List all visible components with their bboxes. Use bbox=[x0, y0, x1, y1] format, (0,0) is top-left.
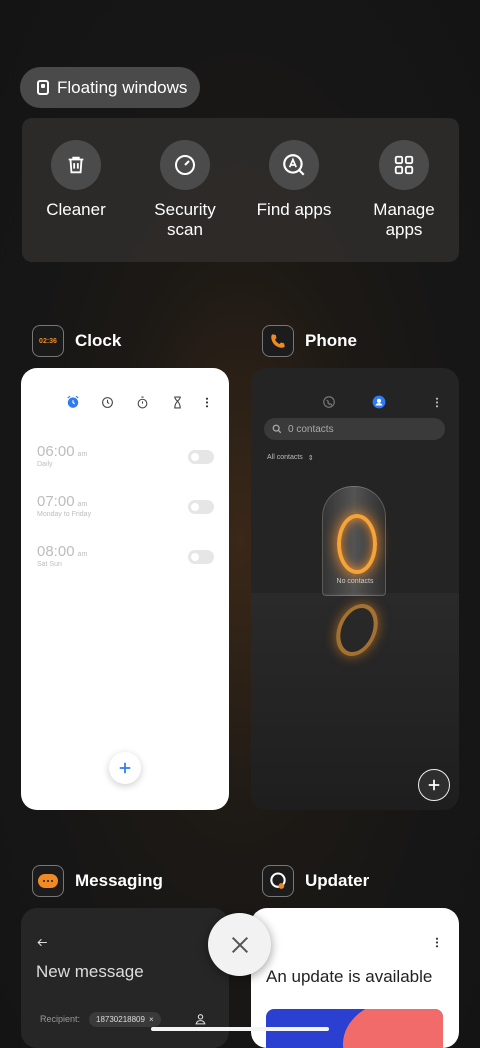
recipient-number: 18730218809 bbox=[96, 1015, 145, 1024]
updater-app-icon bbox=[262, 865, 294, 897]
home-indicator[interactable] bbox=[151, 1027, 329, 1031]
security-scan-button[interactable]: Security scan bbox=[130, 140, 240, 240]
clock-app-header[interactable]: 02:36 Clock bbox=[32, 325, 121, 357]
messaging-app-name: Messaging bbox=[75, 871, 163, 890]
update-available-title: An update is available bbox=[266, 967, 433, 986]
alarm-item[interactable]: 07:00 am Monday to Friday bbox=[37, 493, 91, 518]
phone-handset-icon bbox=[271, 334, 285, 348]
phone-app-header[interactable]: Phone bbox=[262, 325, 357, 357]
manage-apps-button[interactable]: Manage apps bbox=[349, 140, 459, 240]
close-icon bbox=[231, 936, 248, 953]
add-contact-button[interactable] bbox=[418, 769, 450, 801]
contacts-filter-dropdown[interactable]: All contacts ⇕ bbox=[267, 454, 314, 462]
alarm-time: 07:00 bbox=[37, 493, 75, 510]
recipient-chip[interactable]: 18730218809 × bbox=[89, 1012, 161, 1027]
alarm-toggle[interactable] bbox=[188, 550, 214, 564]
glowing-zero-illustration bbox=[337, 514, 377, 574]
no-contacts-text: No contacts bbox=[336, 578, 374, 585]
updater-app-name: Updater bbox=[305, 871, 370, 890]
alarm-repeat: Monday to Friday bbox=[37, 511, 92, 518]
chat-bubble-icon bbox=[38, 874, 58, 888]
alarm-toggle[interactable] bbox=[188, 500, 214, 514]
updater-app-header[interactable]: Updater bbox=[262, 865, 369, 897]
more-options-icon[interactable] bbox=[432, 936, 442, 949]
clock-app-icon: 02:36 bbox=[32, 325, 64, 357]
more-options-icon[interactable] bbox=[432, 396, 442, 409]
phone-app-name: Phone bbox=[305, 331, 357, 350]
clock-app-name: Clock bbox=[75, 331, 122, 350]
phone-app-card[interactable]: 0 contacts All contacts ⇕ No contacts bbox=[251, 368, 459, 810]
clear-all-button[interactable] bbox=[208, 913, 271, 976]
remove-recipient-icon[interactable]: × bbox=[149, 1015, 154, 1024]
grid-icon bbox=[379, 140, 429, 190]
stopwatch-tab-icon[interactable] bbox=[136, 396, 149, 409]
tools-panel: Cleaner Security scan Find apps Manage a… bbox=[22, 118, 459, 262]
find-apps-label: Find apps bbox=[256, 200, 332, 219]
clock-app-card[interactable]: 06:00 am Daily 07:00 am Monday to Friday 0… bbox=[21, 368, 229, 810]
alarm-item[interactable]: 06:00 am Daily bbox=[37, 443, 87, 468]
messaging-app-icon bbox=[32, 865, 64, 897]
more-options-icon[interactable] bbox=[202, 396, 212, 409]
search-icon bbox=[272, 424, 282, 434]
contact-picker-icon[interactable] bbox=[194, 1012, 207, 1026]
cleaner-button[interactable]: Cleaner bbox=[21, 140, 131, 220]
add-alarm-button[interactable] bbox=[109, 752, 141, 784]
alarm-toggle[interactable] bbox=[188, 450, 214, 464]
contacts-search-input[interactable]: 0 contacts bbox=[264, 418, 445, 440]
floating-windows-label: Floating windows bbox=[57, 77, 188, 97]
alarm-ampm: am bbox=[77, 451, 88, 458]
back-arrow-icon[interactable] bbox=[36, 936, 49, 949]
timer-tab-icon[interactable] bbox=[171, 396, 184, 409]
find-apps-button[interactable]: Find apps bbox=[239, 140, 349, 220]
cleaner-label: Cleaner bbox=[46, 200, 106, 219]
alarm-ampm: am bbox=[77, 501, 88, 508]
alarm-time: 08:00 bbox=[37, 543, 75, 560]
clock-icon-time: 02:36 bbox=[39, 337, 57, 345]
world-clock-tab-icon[interactable] bbox=[101, 396, 114, 409]
trash-icon bbox=[51, 140, 101, 190]
floating-window-icon bbox=[37, 80, 49, 95]
alarm-tab-icon[interactable] bbox=[66, 395, 80, 409]
phone-app-icon bbox=[262, 325, 294, 357]
update-icon bbox=[270, 872, 286, 889]
new-message-title: New message bbox=[36, 962, 144, 981]
recents-tab-icon[interactable] bbox=[322, 395, 336, 409]
plus-icon bbox=[428, 779, 440, 791]
contacts-tab-icon[interactable] bbox=[372, 395, 386, 409]
security-scan-icon bbox=[160, 140, 210, 190]
floating-windows-button[interactable]: Floating windows bbox=[20, 67, 200, 108]
alarm-repeat: Sat Sun bbox=[37, 561, 62, 568]
find-apps-icon bbox=[269, 140, 319, 190]
messaging-app-header[interactable]: Messaging bbox=[32, 865, 163, 897]
recipient-label: Recipient: bbox=[40, 1014, 81, 1024]
manage-apps-label: Manage apps bbox=[373, 200, 435, 239]
alarm-ampm: am bbox=[77, 551, 88, 558]
security-scan-label: Security scan bbox=[154, 200, 216, 239]
chevron-updown-icon: ⇕ bbox=[307, 455, 314, 462]
contacts-filter-label: All contacts bbox=[267, 454, 303, 461]
alarm-time: 06:00 bbox=[37, 443, 75, 460]
contacts-search-placeholder: 0 contacts bbox=[288, 423, 334, 435]
plus-icon bbox=[119, 762, 131, 774]
alarm-item[interactable]: 08:00 am Sat Sun bbox=[37, 543, 87, 568]
alarm-repeat: Daily bbox=[37, 461, 53, 468]
